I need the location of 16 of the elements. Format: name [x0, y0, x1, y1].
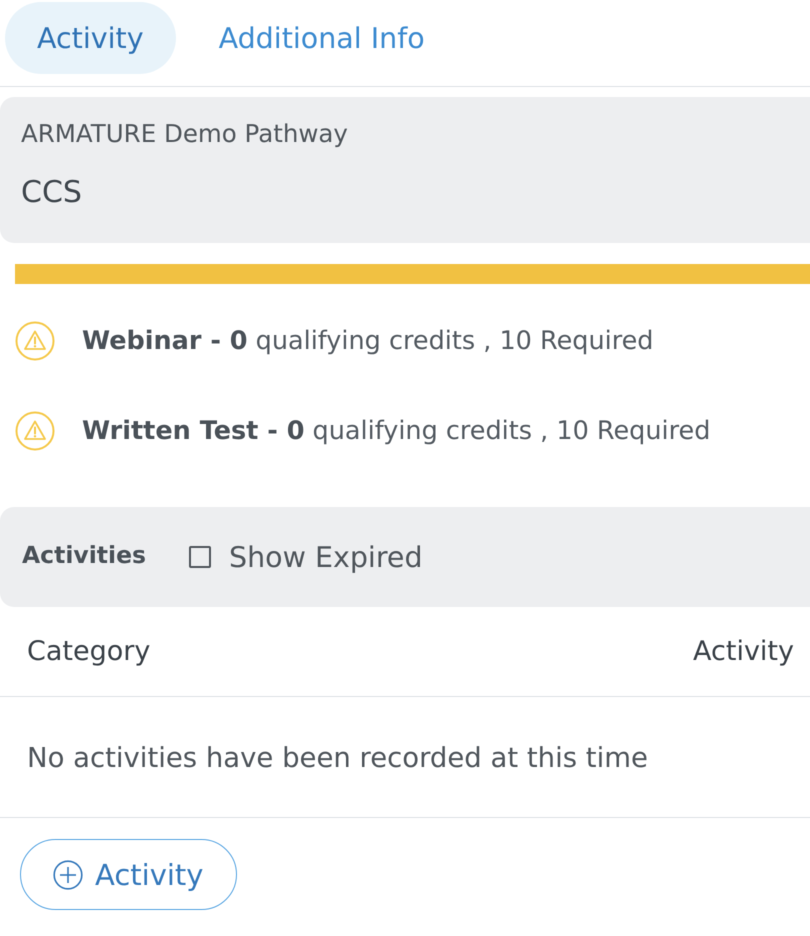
- plus-circle-icon: [53, 860, 83, 890]
- pathway-name: ARMATURE Demo Pathway: [21, 119, 349, 149]
- column-header: Activity: [693, 636, 794, 667]
- show-expired-checkbox[interactable]: Show Expired: [189, 540, 423, 574]
- checkbox-icon[interactable]: [189, 546, 211, 568]
- requirement-text: Written Test - 0 qualifying credits , 10 Required: [82, 416, 710, 446]
- tab[interactable]: Additional Info: [186, 2, 457, 74]
- warning-icon: [15, 321, 55, 361]
- warning-icon: [15, 411, 55, 451]
- tab[interactable]: Activity: [5, 2, 176, 74]
- pathway-code: CCS: [21, 176, 83, 210]
- activities-title: Activities: [22, 541, 146, 569]
- requirement-text: Webinar - 0 qualifying credits , 10 Required: [82, 326, 654, 356]
- empty-message: No activities have been recorded at this time: [27, 742, 648, 774]
- column-header: Category: [27, 636, 150, 667]
- add-activity-button[interactable]: Activity: [20, 839, 237, 910]
